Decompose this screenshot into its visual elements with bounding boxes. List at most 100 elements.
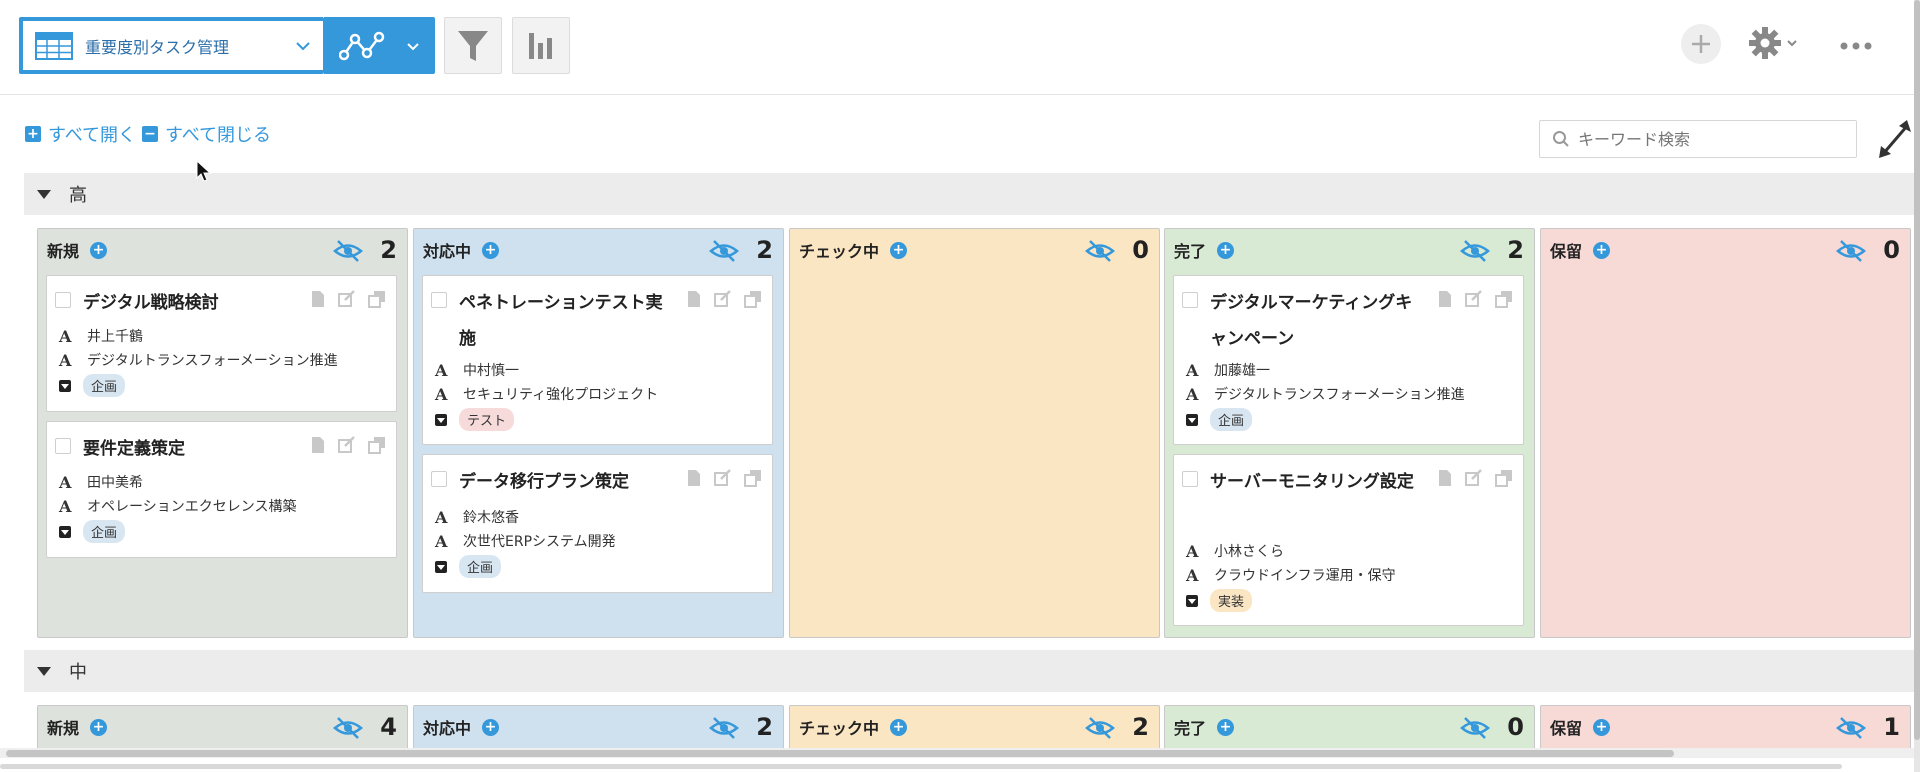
project: デジタルトランスフォーメーション推進	[87, 353, 338, 369]
copy-icon[interactable]	[1495, 469, 1513, 487]
project: 次世代ERPシステム開発	[463, 534, 616, 550]
chevron-down-icon	[296, 41, 310, 50]
expand-all-button[interactable]: + すべて開く	[25, 121, 136, 147]
graph-selector[interactable]	[324, 17, 435, 74]
add-card-icon[interactable]: +	[1217, 241, 1235, 259]
add-card-icon[interactable]: +	[482, 718, 500, 736]
search-input[interactable]	[1578, 129, 1838, 149]
search-icon	[1553, 131, 1569, 147]
dropdown-field-icon	[1186, 594, 1198, 607]
hide-eye-icon[interactable]	[1460, 716, 1490, 740]
hide-eye-icon[interactable]	[1085, 716, 1115, 740]
edit-icon[interactable]	[714, 469, 732, 487]
add-button[interactable]	[1681, 24, 1721, 64]
vertical-scrollbar[interactable]	[1914, 0, 1920, 772]
add-card-icon[interactable]: +	[1217, 718, 1235, 736]
more-icon	[1840, 42, 1872, 50]
card-checkbox[interactable]	[55, 292, 71, 308]
hide-eye-icon[interactable]	[1460, 239, 1490, 263]
chevron-down-icon	[1787, 40, 1797, 47]
column-count: 2	[1132, 713, 1149, 741]
card-checkbox[interactable]	[1182, 471, 1198, 487]
column-title: 完了	[1174, 242, 1207, 261]
column-title: 完了	[1174, 719, 1207, 738]
task-card[interactable]: 要件定義策定 A 田中美希 A オペレーションエクセレンス構築 企画	[46, 421, 397, 558]
page-scrollbar[interactable]	[0, 764, 1842, 769]
copy-icon[interactable]	[1495, 290, 1513, 308]
hide-eye-icon[interactable]	[1085, 239, 1115, 263]
task-card[interactable]: サーバーモニタリング設定 A 小林さくら A クラウドインフラ運用・保守 実装	[1173, 454, 1524, 626]
view-selector[interactable]: 重要度別タスク管理	[19, 17, 324, 74]
tag-row: 企画	[59, 374, 126, 397]
document-icon[interactable]	[686, 290, 702, 308]
project-row: A セキュリティ強化プロジェクト	[435, 384, 658, 404]
filter-button[interactable]	[444, 17, 502, 74]
card-checkbox[interactable]	[1182, 292, 1198, 308]
horizontal-scrollbar[interactable]	[0, 748, 1914, 758]
edit-icon[interactable]	[714, 290, 732, 308]
text-field-icon: A	[59, 350, 72, 370]
assignee: 小林さくら	[1214, 544, 1284, 560]
card-checkbox[interactable]	[431, 292, 447, 308]
column-count: 1	[1883, 713, 1900, 741]
dropdown-field-icon	[435, 560, 447, 573]
copy-icon[interactable]	[744, 469, 762, 487]
group-header-high[interactable]: 高	[24, 173, 1914, 215]
add-card-icon[interactable]: +	[890, 241, 908, 259]
assignee-row: A 井上千鶴	[59, 326, 143, 346]
keyword-search[interactable]	[1539, 120, 1857, 158]
text-field-icon: A	[435, 531, 448, 551]
add-card-icon[interactable]: +	[1593, 718, 1611, 736]
column-title: 保留	[1550, 242, 1583, 261]
view-title: 重要度別タスク管理	[85, 37, 230, 57]
group-header-medium[interactable]: 中	[24, 650, 1914, 692]
task-card[interactable]: ペネトレーションテスト実施 A 中村慎一 A セキュリティ強化プロジェクト テスト	[422, 275, 773, 445]
edit-icon[interactable]	[338, 290, 356, 308]
document-icon[interactable]	[310, 436, 326, 454]
add-card-icon[interactable]: +	[890, 718, 908, 736]
copy-icon[interactable]	[744, 290, 762, 308]
add-card-icon[interactable]: +	[1593, 241, 1611, 259]
add-card-icon[interactable]: +	[90, 718, 108, 736]
assignee: 田中美希	[87, 475, 143, 491]
copy-icon[interactable]	[368, 290, 386, 308]
edit-icon[interactable]	[1465, 469, 1483, 487]
more-button[interactable]	[1840, 34, 1872, 58]
card-title: サーバーモニタリング設定	[1210, 472, 1414, 492]
edit-icon[interactable]	[1465, 290, 1483, 308]
assignee-row: A 田中美希	[59, 472, 143, 492]
column-count: 4	[380, 713, 397, 741]
add-card-icon[interactable]: +	[482, 241, 500, 259]
text-field-icon: A	[59, 326, 72, 346]
settings-button[interactable]	[1748, 26, 1798, 60]
task-card[interactable]: データ移行プラン策定 A 鈴木悠香 A 次世代ERPシステム開発 企画	[422, 454, 773, 593]
document-icon[interactable]	[686, 469, 702, 487]
hide-eye-icon[interactable]	[1836, 716, 1866, 740]
hide-eye-icon[interactable]	[1836, 239, 1866, 263]
task-card[interactable]: デジタルマーケティングキャンペーン A 加藤雄一 A デジタルトランスフォーメーショ…	[1173, 275, 1524, 445]
add-card-icon[interactable]: +	[90, 241, 108, 259]
task-card[interactable]: デジタル戦略検討 A 井上千鶴 A デジタルトランスフォーメーション推進 企画	[46, 275, 397, 412]
edit-icon[interactable]	[338, 436, 356, 454]
hide-eye-icon[interactable]	[333, 239, 363, 263]
hide-eye-icon[interactable]	[709, 716, 739, 740]
collapse-all-button[interactable]: − すべて閉じる	[142, 121, 271, 147]
copy-icon[interactable]	[368, 436, 386, 454]
tag-row: 企画	[1186, 408, 1253, 431]
column-title: チェック中	[799, 719, 880, 738]
card-title: デジタルマーケティングキャンペーン	[1210, 293, 1413, 349]
chart-button[interactable]	[512, 17, 570, 74]
card-checkbox[interactable]	[55, 438, 71, 454]
project: クラウドインフラ運用・保守	[1214, 568, 1396, 584]
chevron-down-icon	[406, 42, 419, 50]
document-icon[interactable]	[1437, 290, 1453, 308]
hide-eye-icon[interactable]	[709, 239, 739, 263]
card-checkbox[interactable]	[431, 471, 447, 487]
fullscreen-icon[interactable]	[1877, 118, 1913, 160]
document-icon[interactable]	[1437, 469, 1453, 487]
dropdown-field-icon	[59, 525, 71, 538]
tag-row: 企画	[59, 520, 126, 543]
document-icon[interactable]	[310, 290, 326, 308]
hide-eye-icon[interactable]	[333, 716, 363, 740]
column-new-high: 新規 + 2 デジタル戦略検討 A 井上千鶴 A デジタルトランスフォーメーション推…	[37, 228, 408, 638]
